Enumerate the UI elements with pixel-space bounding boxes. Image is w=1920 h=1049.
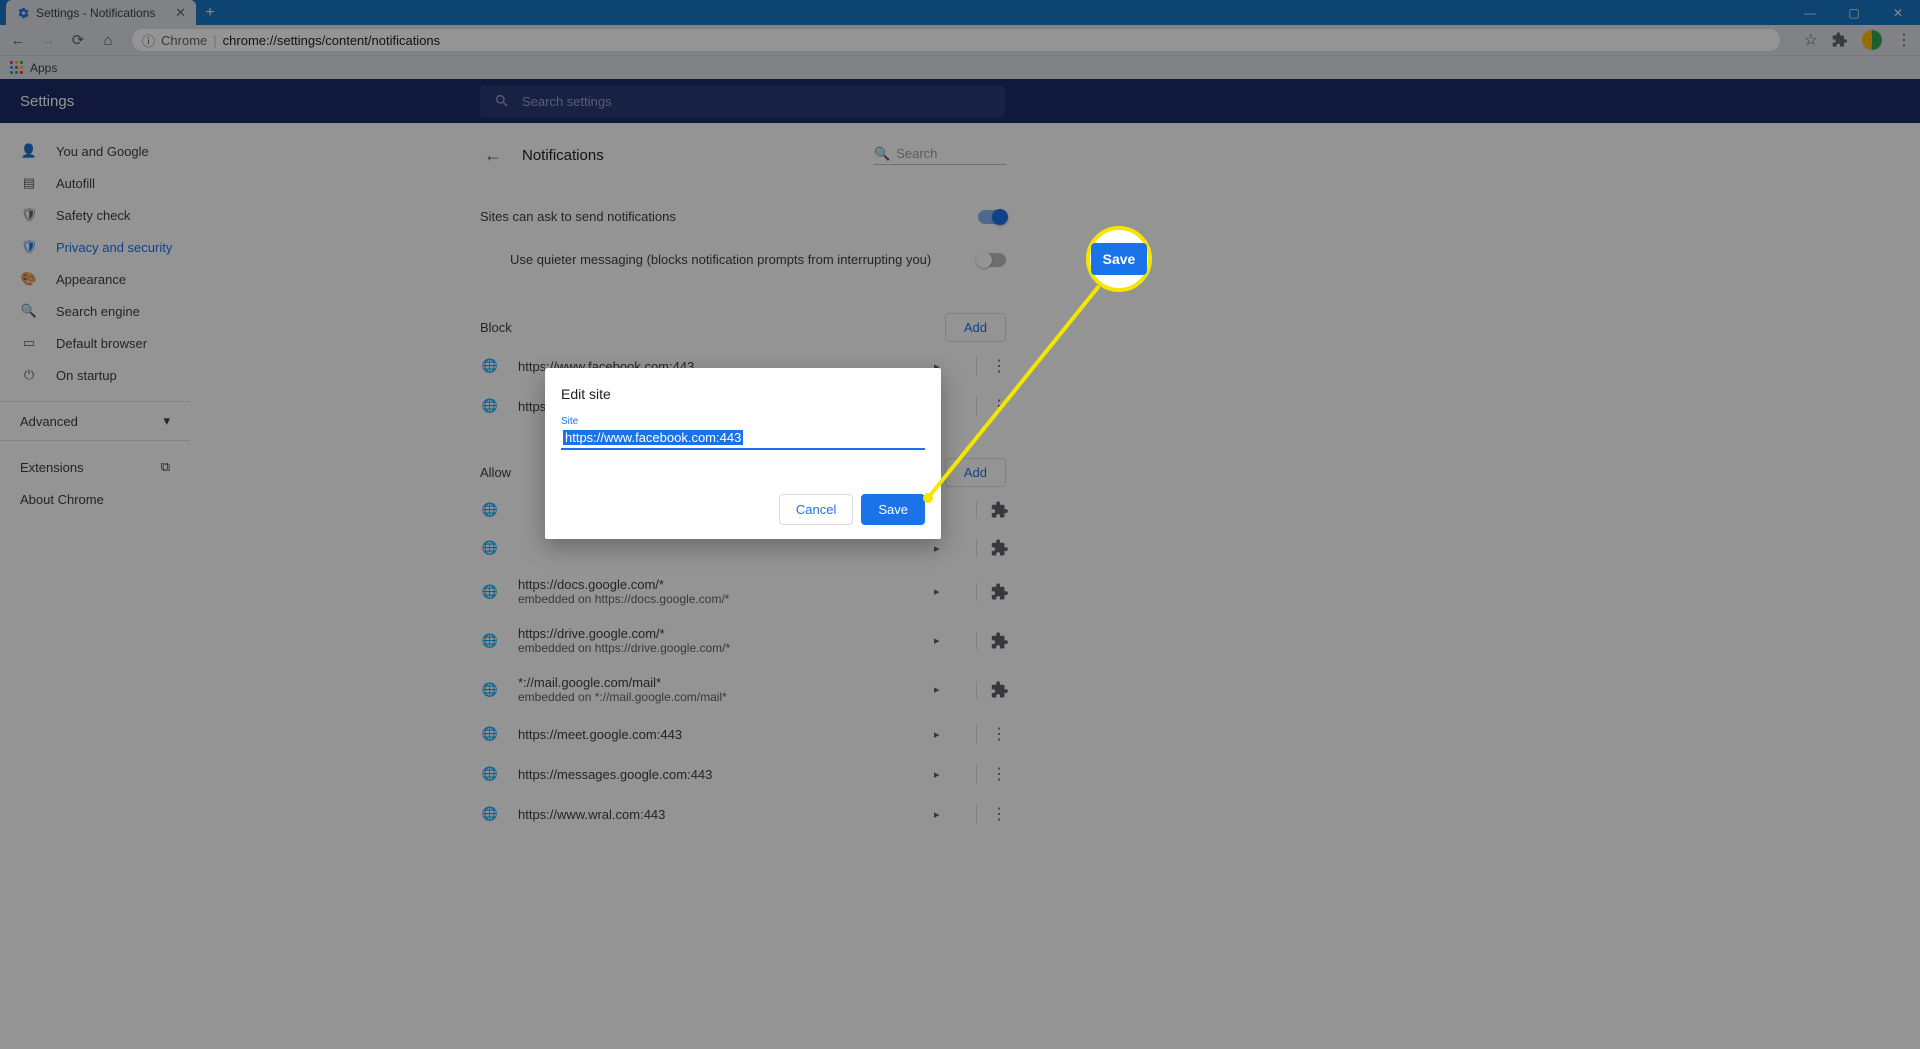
site-input[interactable]: https://www.facebook.com:443: [561, 427, 925, 450]
dialog-title: Edit site: [561, 386, 925, 402]
site-input-value: https://www.facebook.com:443: [563, 430, 743, 445]
modal-backdrop: [0, 0, 1920, 1049]
site-field-label: Site: [561, 416, 925, 427]
edit-site-dialog: Edit site Site https://www.facebook.com:…: [545, 368, 941, 539]
annotation-save-chip: Save: [1091, 243, 1148, 275]
annotation-bubble: Save: [1086, 226, 1152, 292]
save-button[interactable]: Save: [861, 494, 925, 525]
cancel-button[interactable]: Cancel: [779, 494, 853, 525]
